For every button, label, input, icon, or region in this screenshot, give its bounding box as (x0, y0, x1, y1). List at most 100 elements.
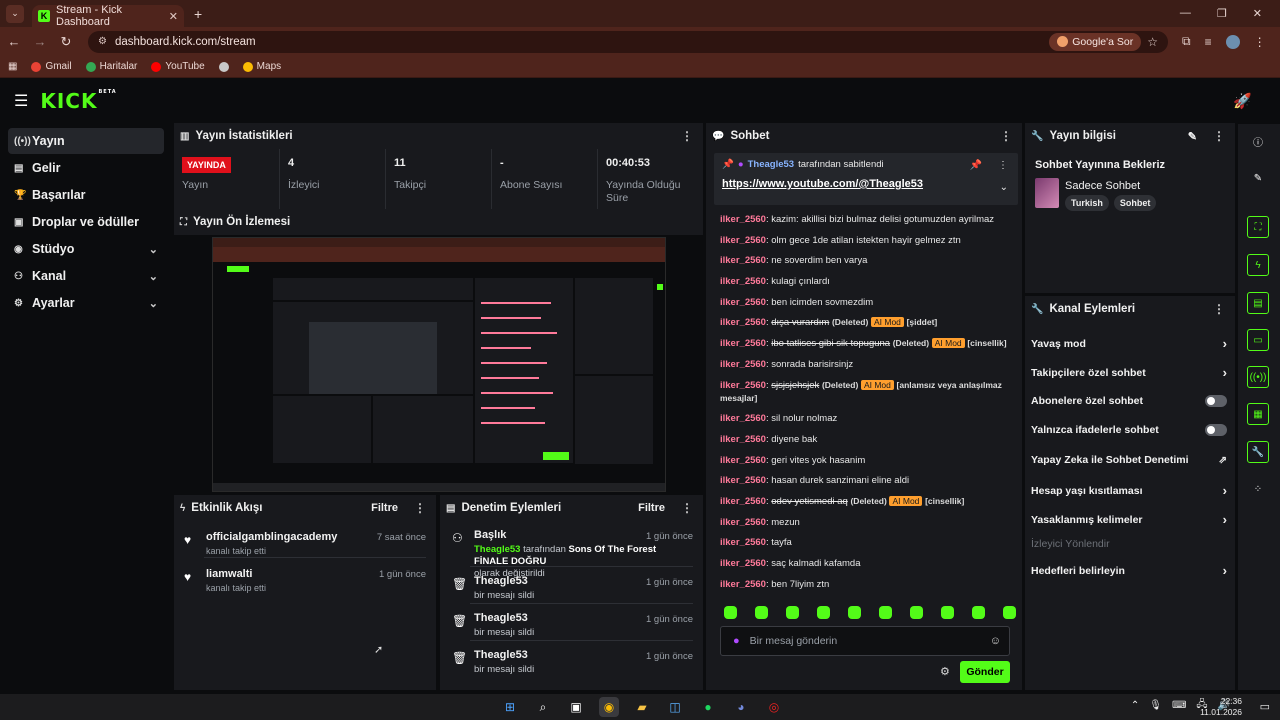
chat-username[interactable]: ilker_2560 (720, 276, 766, 287)
sidebar-item-gelir[interactable]: ▤ Gelir (8, 155, 164, 181)
close-icon[interactable]: ✕ (169, 10, 178, 23)
notification-icon[interactable]: ▭ (1260, 700, 1270, 713)
emote-icon[interactable] (1003, 606, 1016, 619)
more-icon[interactable]: ⋮ (681, 501, 693, 515)
wrench-icon[interactable]: 🔧 (1247, 441, 1269, 463)
media-icon[interactable]: ≡ (1205, 35, 1212, 49)
goals-row[interactable]: Hedefleri belirleyin › (1031, 563, 1227, 578)
spotify-icon[interactable]: ● (698, 697, 718, 717)
task-view-icon[interactable]: ▣ (566, 697, 586, 717)
followers-only-row[interactable]: Takipçilere özel sohbet › (1031, 365, 1227, 380)
tag-pill[interactable]: Sohbet (1113, 195, 1157, 211)
sidebar-item-yayin[interactable]: ((•)) Yayın (8, 128, 164, 154)
chat-username[interactable]: ilker_2560 (720, 434, 766, 445)
mic-icon[interactable]: 🎙 (1149, 700, 1162, 711)
reload-icon[interactable]: ↻ (54, 34, 78, 50)
tab-search-icon[interactable]: ⌄ (6, 4, 24, 23)
google-ask-button[interactable]: Google'a Sor (1049, 32, 1142, 51)
sidebar-item-ayarlar[interactable]: ⚙ Ayarlar ⌄ (8, 290, 164, 316)
stream-preview-video[interactable] (212, 237, 666, 492)
emote-icon[interactable] (848, 606, 861, 619)
sidebar-item-droplar[interactable]: ▣ Droplar ve ödüller (8, 209, 164, 235)
bookmark-gmail[interactable]: Gmail (31, 61, 72, 72)
new-tab-icon[interactable]: + (194, 6, 202, 22)
tag-pill[interactable]: Turkish (1065, 195, 1109, 211)
chat-username[interactable]: ilker_2560 (720, 475, 766, 486)
profile-avatar[interactable] (1225, 34, 1240, 49)
bookmark-youtube[interactable]: YouTube (151, 61, 205, 72)
keyboard-icon[interactable]: ⌨ (1172, 700, 1186, 711)
chat-username[interactable]: ilker_2560 (720, 579, 766, 590)
more-icon[interactable]: ⋮ (998, 160, 1008, 171)
kick-logo[interactable]: KICKBETA (40, 89, 116, 113)
emote-icon[interactable] (910, 606, 923, 619)
chevron-down-icon[interactable]: ⌄ (1000, 182, 1008, 193)
chevron-up-icon[interactable]: ⌃ (1131, 700, 1139, 711)
unpin-icon[interactable]: 📌 (970, 160, 982, 171)
bookmark-maps[interactable]: Maps (242, 61, 281, 72)
chat-username[interactable]: ilker_2560 (720, 380, 766, 391)
sidebar-item-studyo[interactable]: ◉ Stüdyo ⌄ (8, 236, 164, 262)
start-icon[interactable]: ⊞ (500, 697, 520, 717)
chat-username[interactable]: ilker_2560 (720, 359, 766, 370)
chat-username[interactable]: ilker_2560 (720, 537, 766, 548)
browser-tab[interactable]: K Stream - Kick Dashboard ✕ (32, 4, 184, 28)
more-icon[interactable]: ⋮ (1213, 129, 1225, 143)
broadcast-icon[interactable]: ((•)) (1247, 366, 1269, 388)
pinned-user[interactable]: Theagle53 (748, 159, 794, 170)
emote-only-toggle[interactable] (1205, 424, 1227, 436)
bookmark-globe[interactable] (218, 61, 229, 72)
obs-icon[interactable]: ◎ (764, 697, 784, 717)
discord-icon[interactable]: ◕ (731, 697, 751, 717)
pinned-link[interactable]: https://www.youtube.com/@Theagle53 (722, 178, 1010, 190)
account-age-row[interactable]: Hesap yaşı kısıtlaması › (1031, 483, 1227, 498)
chat-username[interactable]: ilker_2560 (720, 455, 766, 466)
lightning-icon[interactable]: ϟ (1247, 254, 1269, 276)
chat-input[interactable]: ● Bir mesaj gönderin ☺ (720, 626, 1010, 656)
emote-icon[interactable] (817, 606, 830, 619)
extensions-icon[interactable]: ⧉ (1182, 34, 1191, 49)
back-icon[interactable]: ← (2, 34, 26, 49)
chat-username[interactable]: ilker_2560 (720, 297, 766, 308)
mod-user[interactable]: Theagle53 (474, 544, 520, 555)
window-close-icon[interactable]: ✕ (1253, 7, 1262, 20)
search-icon[interactable]: ⌕ (533, 697, 553, 717)
emote-icon[interactable] (724, 606, 737, 619)
bookmark-star-icon[interactable]: ☆ (1147, 35, 1158, 49)
chat-username[interactable]: ilker_2560 (720, 517, 766, 528)
chat-icon[interactable]: ▭ (1247, 329, 1269, 351)
menu-icon[interactable]: ☰ (14, 91, 28, 111)
banned-words-row[interactable]: Yasaklanmış kelimeler › (1031, 512, 1227, 527)
minimize-icon[interactable]: — (1180, 7, 1191, 20)
slow-mode-row[interactable]: Yavaş mod › (1031, 336, 1227, 351)
ai-moderation-row[interactable]: Yapay Zeka ile Sohbet Denetimi ⇗ (1031, 454, 1227, 466)
chat-username[interactable]: ilker_2560 (720, 413, 766, 424)
layout-icon[interactable]: ▦ (1247, 403, 1269, 425)
filter-button[interactable]: Filtre (371, 502, 398, 514)
more-icon[interactable]: ⋮ (1000, 129, 1012, 143)
notes-icon[interactable]: ▤ (1247, 292, 1269, 314)
emoji-icon[interactable]: ☺ (990, 635, 1001, 647)
folder-icon[interactable]: ▰ (632, 697, 652, 717)
emote-icon[interactable] (786, 606, 799, 619)
restore-icon[interactable]: ❐ (1217, 7, 1227, 20)
chat-username[interactable]: ilker_2560 (720, 235, 766, 246)
chat-username[interactable]: ilker_2560 (720, 558, 766, 569)
url-field[interactable]: ⚙ dashboard.kick.com/stream Google'a Sor… (88, 30, 1168, 53)
chat-username[interactable]: ilker_2560 (720, 317, 766, 328)
edit-icon[interactable]: ✎ (1188, 130, 1197, 143)
apps-icon[interactable]: ▦ (8, 61, 17, 72)
more-icon[interactable]: ⋮ (1213, 302, 1225, 316)
clip-icon[interactable]: ⛶ (1247, 216, 1269, 238)
sidebar-item-basarilar[interactable]: 🏆 Başarılar (8, 182, 164, 208)
emote-icon[interactable] (879, 606, 892, 619)
pencil-icon[interactable]: ✎ (1247, 167, 1269, 189)
filter-button[interactable]: Filtre (638, 502, 665, 514)
sidebar-item-kanal[interactable]: ⚇ Kanal ⌄ (8, 263, 164, 289)
more-icon[interactable]: ⋮ (681, 129, 693, 143)
chat-settings-icon[interactable]: ⚙ (940, 665, 950, 678)
site-info-icon[interactable]: ⚙ (98, 36, 107, 47)
bookmark-maps-tr[interactable]: Haritalar (85, 61, 137, 72)
chat-username[interactable]: ilker_2560 (720, 255, 766, 266)
chat-username[interactable]: ilker_2560 (720, 338, 766, 349)
